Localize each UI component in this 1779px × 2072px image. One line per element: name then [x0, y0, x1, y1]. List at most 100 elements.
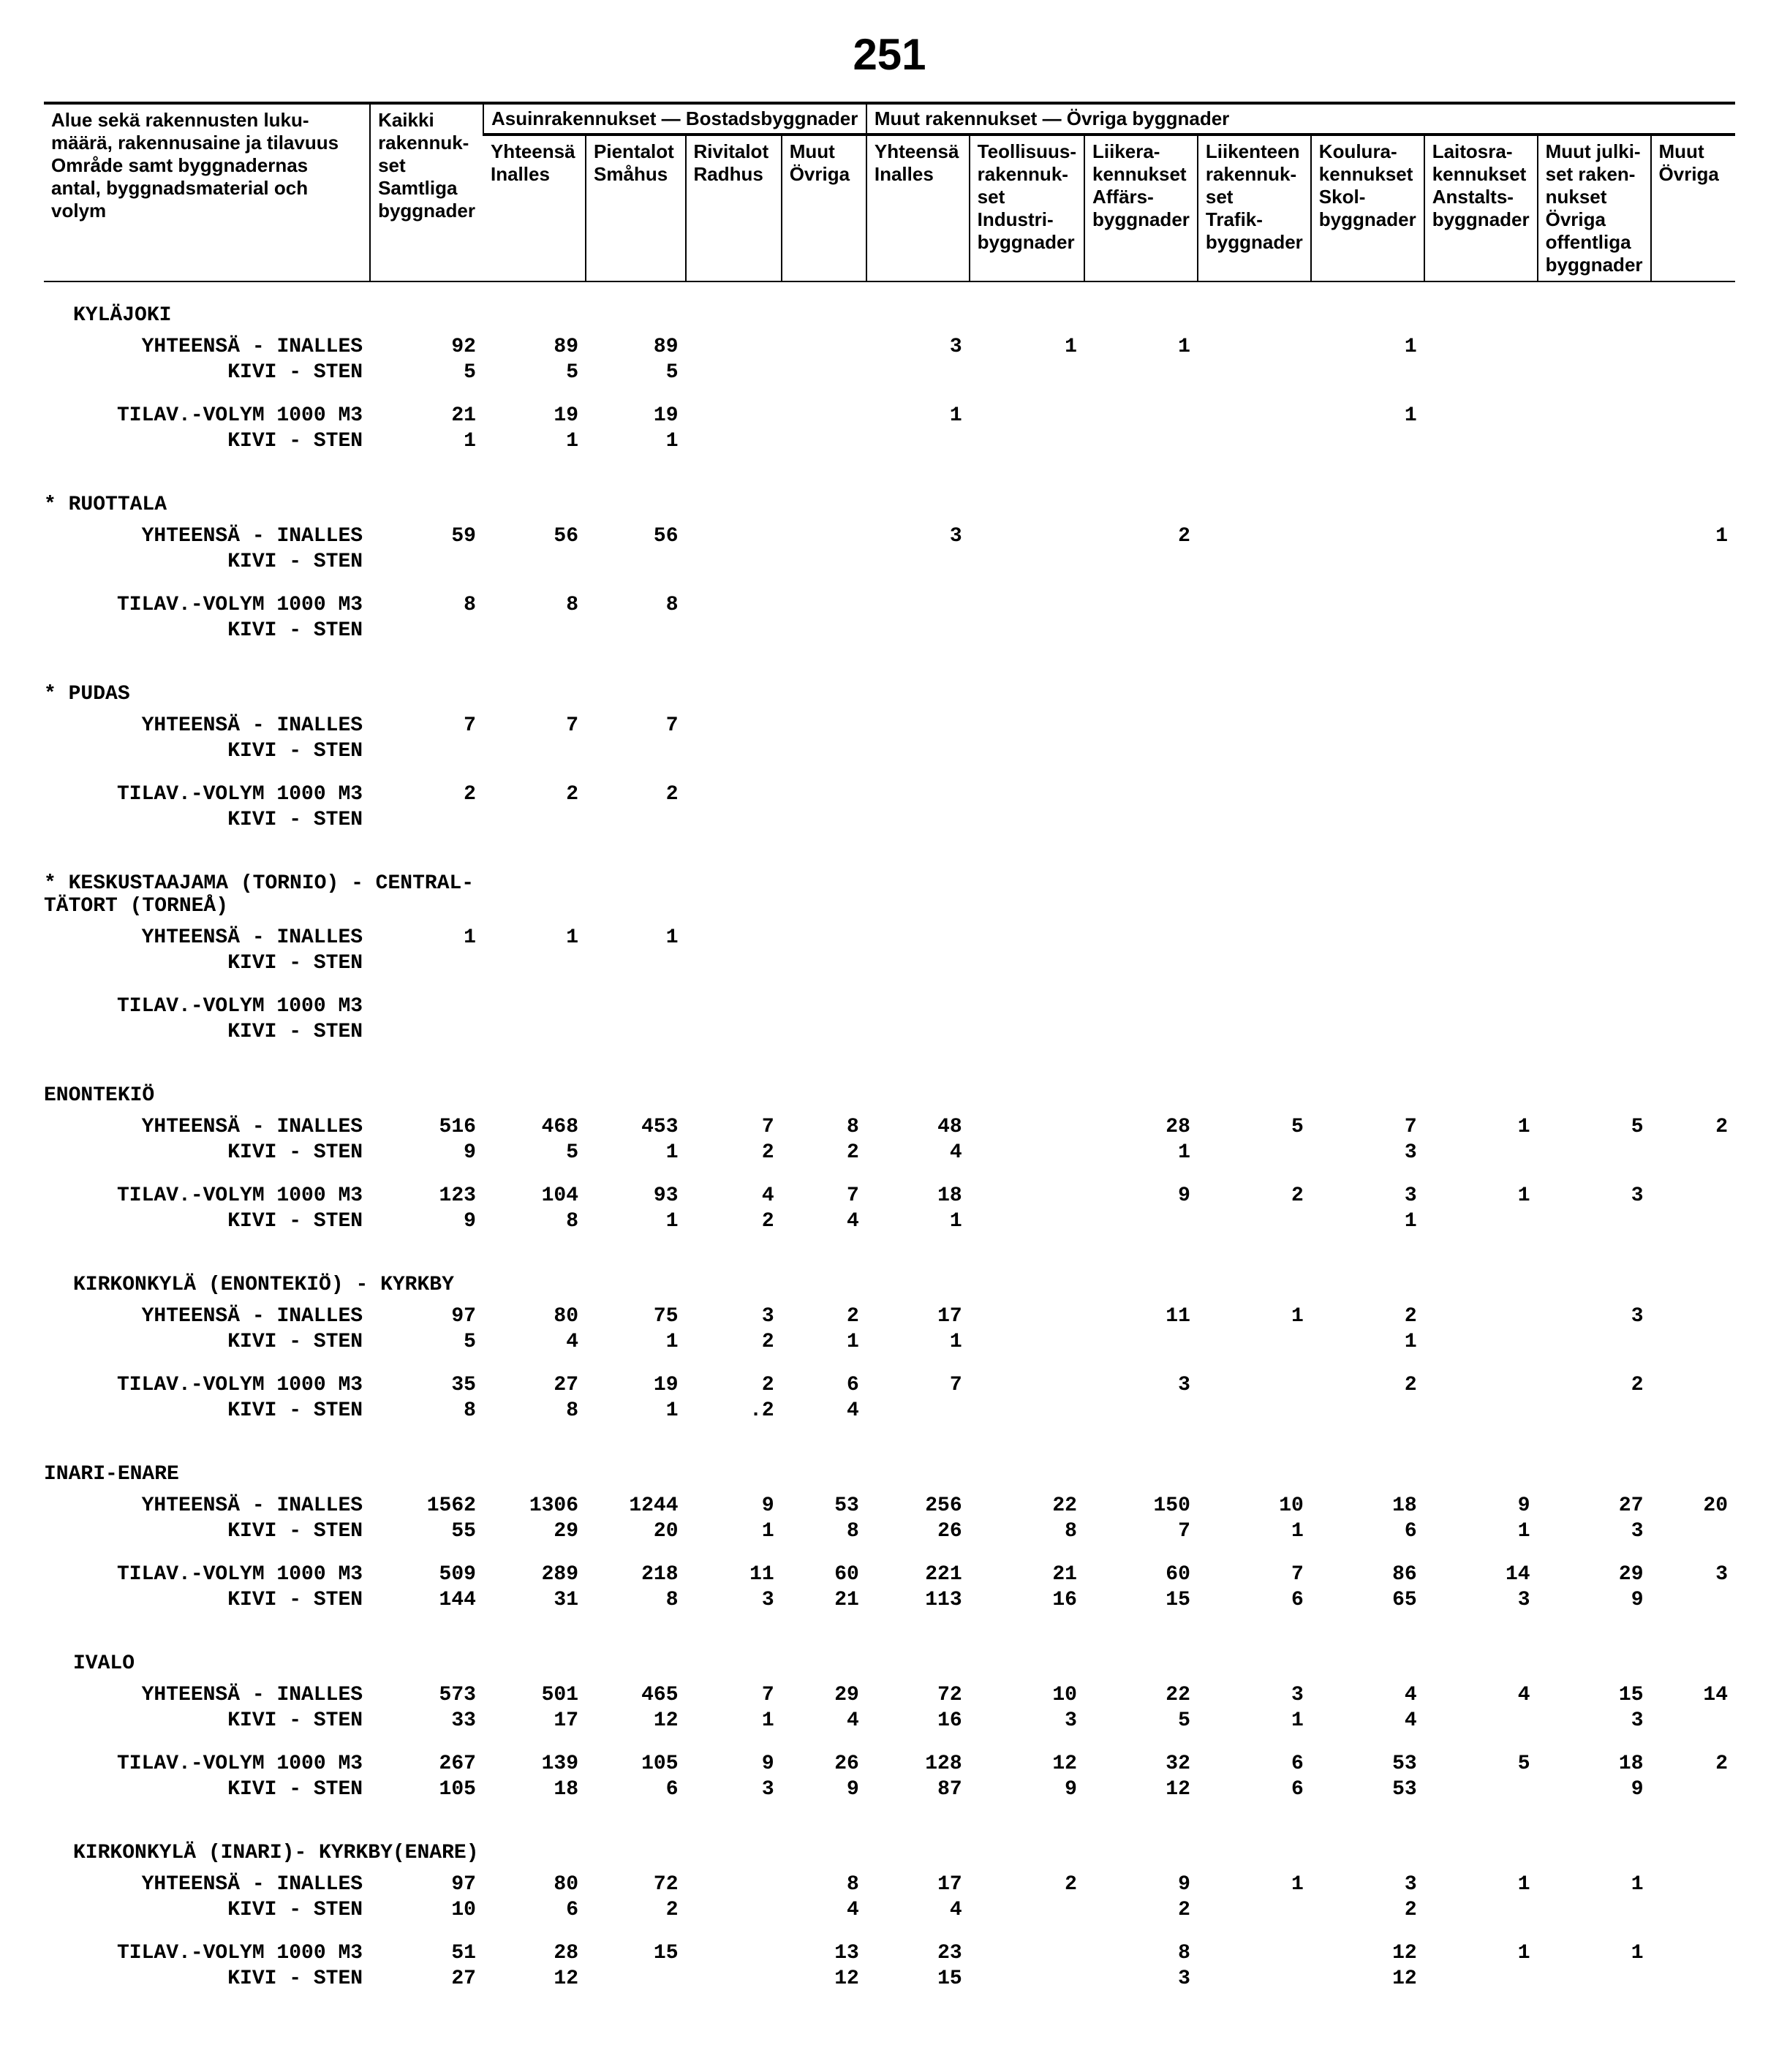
cell-value: 60 [1084, 1562, 1198, 1587]
hdr-oth-ind: Teollisuus-rakennuk-setIndustri-byggnade… [970, 135, 1084, 281]
table-row: YHTEENSÄ - INALLES777 [44, 713, 1735, 738]
cell-value: 501 [483, 1682, 586, 1708]
cell-value [1538, 1140, 1651, 1165]
cell-value: 3 [1311, 1183, 1424, 1209]
cell-value: 3 [1538, 1519, 1651, 1544]
cell-value: 2 [1651, 1751, 1735, 1777]
cell-value: 93 [586, 1183, 686, 1209]
cell-value: 9 [1084, 1183, 1198, 1209]
cell-value [970, 1940, 1084, 1966]
table-row: KIVI - STEN95122413 [44, 1140, 1735, 1165]
cell-value: 1 [1311, 1209, 1424, 1234]
cell-value [1538, 360, 1651, 385]
cell-value: 1 [1084, 1140, 1198, 1165]
cell-value: 1 [866, 1209, 970, 1234]
cell-value: 4 [782, 1897, 866, 1923]
cell-value: 4 [1424, 1682, 1538, 1708]
cell-value [1651, 738, 1735, 764]
cell-value [782, 403, 866, 428]
cell-value: 26 [866, 1519, 970, 1544]
cell-value [1651, 1304, 1735, 1329]
cell-value [1651, 549, 1735, 575]
cell-value: 10 [970, 1682, 1084, 1708]
cell-value [586, 1966, 686, 1992]
cell-value: 1 [782, 1329, 866, 1355]
cell-value [970, 1140, 1084, 1165]
cell-value [1424, 950, 1538, 976]
cell-value [686, 592, 782, 618]
cell-value: 80 [483, 1872, 586, 1897]
cell-value: 22 [1084, 1682, 1198, 1708]
cell-value: 1 [1198, 1872, 1311, 1897]
cell-value [1198, 782, 1311, 807]
cell-value [1538, 334, 1651, 360]
cell-value [782, 782, 866, 807]
cell-value [1198, 807, 1311, 833]
cell-value: 453 [586, 1114, 686, 1140]
cell-value: 21 [970, 1562, 1084, 1587]
cell-value: 1 [1424, 1183, 1538, 1209]
cell-value [1311, 1019, 1424, 1045]
cell-value [1424, 713, 1538, 738]
cell-value [1538, 403, 1651, 428]
cell-value: 9 [1424, 1493, 1538, 1519]
cell-value: 1 [1311, 403, 1424, 428]
cell-value: 22 [970, 1493, 1084, 1519]
cell-value: 1 [370, 925, 483, 950]
cell-value: 9 [782, 1777, 866, 1802]
cell-value: 3 [686, 1587, 782, 1613]
cell-value: 15 [1084, 1587, 1198, 1613]
cell-value: 1 [1424, 1114, 1538, 1140]
cell-value: 16 [866, 1708, 970, 1733]
cell-value: 1 [686, 1519, 782, 1544]
cell-value: 8 [1084, 1940, 1198, 1966]
section-row: KIRKONKYLÄ (ENONTEKIÖ) - KYRKBY [44, 1252, 1735, 1304]
cell-value: 8 [782, 1872, 866, 1897]
cell-value [970, 1114, 1084, 1140]
cell-value [1424, 592, 1538, 618]
cell-value [1084, 360, 1198, 385]
cell-value [1651, 713, 1735, 738]
row-label: TILAV.-VOLYM 1000 M3 [44, 1183, 370, 1209]
cell-value: 12 [586, 1708, 686, 1733]
cell-value: 6 [586, 1777, 686, 1802]
cell-value: 48 [866, 1114, 970, 1140]
cell-value [1651, 807, 1735, 833]
cell-value: 65 [1311, 1587, 1424, 1613]
cell-value: 15 [586, 1940, 686, 1966]
cell-value [483, 994, 586, 1019]
cell-value [782, 713, 866, 738]
cell-value: 75 [586, 1304, 686, 1329]
cell-value [970, 1304, 1084, 1329]
cell-value: 28 [1084, 1114, 1198, 1140]
cell-value [1424, 1329, 1538, 1355]
cell-value [866, 1019, 970, 1045]
cell-value [1651, 925, 1735, 950]
cell-value: 9 [1538, 1587, 1651, 1613]
cell-value: 1 [1424, 1519, 1538, 1544]
cell-value: 7 [686, 1114, 782, 1140]
cell-value: 8 [483, 1398, 586, 1423]
cell-value: 465 [586, 1682, 686, 1708]
cell-value [1651, 403, 1735, 428]
table-row: KIVI - STEN [44, 549, 1735, 575]
cell-value [1424, 334, 1538, 360]
row-label: KIVI - STEN [44, 1398, 370, 1423]
section-row: KYLÄJOKI [44, 281, 1735, 334]
cell-value [1424, 1897, 1538, 1923]
table-row: KIVI - STEN9812411 [44, 1209, 1735, 1234]
cell-value: 7 [686, 1682, 782, 1708]
cell-value: 4 [866, 1897, 970, 1923]
cell-value [1538, 1209, 1651, 1234]
cell-value: 3 [866, 523, 970, 549]
cell-value [970, 1209, 1084, 1234]
hdr-oth-public: Muut julki-set raken-nuksetÖvriga offent… [1538, 135, 1651, 281]
cell-value [1424, 807, 1538, 833]
table-row: YHTEENSÄ - INALLES978075321711123 [44, 1304, 1735, 1329]
cell-value [686, 1897, 782, 1923]
cell-value [1198, 1140, 1311, 1165]
cell-value: 21 [782, 1587, 866, 1613]
cell-value: 7 [1311, 1114, 1424, 1140]
cell-value [970, 1372, 1084, 1398]
table-row: YHTEENSÄ - INALLES111 [44, 925, 1735, 950]
